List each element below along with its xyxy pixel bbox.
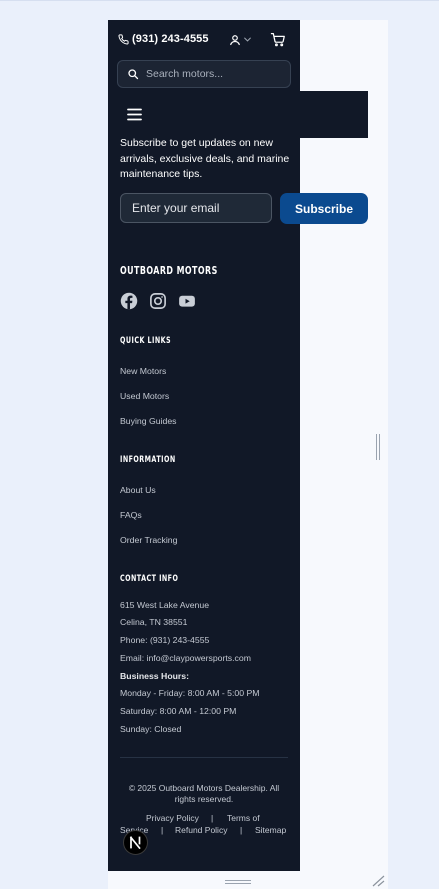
nav-bar	[108, 91, 368, 138]
chevron-down-icon[interactable]	[244, 37, 251, 42]
menu-icon[interactable]	[127, 108, 142, 121]
contact-phone: Phone: (931) 243-4555	[120, 635, 210, 645]
legal-separator: |	[240, 825, 243, 835]
footer-link-about-us[interactable]: About Us	[120, 485, 156, 495]
cart-icon[interactable]	[270, 32, 286, 47]
panel-resize-handle[interactable]	[375, 433, 381, 461]
footer-link-new-motors[interactable]: New Motors	[120, 366, 166, 376]
resize-grip-icon[interactable]	[371, 875, 385, 887]
information-title: INFORMATION	[120, 455, 176, 465]
phone-icon	[118, 34, 129, 45]
hours-weekdays: Monday - Friday: 8:00 AM - 5:00 PM	[120, 688, 260, 698]
contact-address-line2: Celina, TN 38551	[120, 617, 188, 627]
legal-separator: |	[211, 813, 214, 823]
search-input[interactable]	[146, 65, 282, 83]
footer-link-used-motors[interactable]: Used Motors	[120, 391, 169, 401]
search-bar[interactable]	[117, 60, 291, 88]
newsletter-description: Subscribe to get updates on new arrivals…	[120, 137, 290, 180]
footer-link-buying-guides[interactable]: Buying Guides	[120, 416, 177, 426]
search-icon	[128, 69, 139, 80]
window-top-border	[0, 0, 439, 1]
top-bar: (931) 243-4555	[108, 20, 300, 58]
instagram-icon[interactable]	[149, 292, 167, 310]
footer-link-order-tracking[interactable]: Order Tracking	[120, 535, 177, 545]
business-hours-title: Business Hours:	[120, 671, 190, 681]
hours-saturday: Saturday: 8:00 AM - 12:00 PM	[120, 706, 237, 716]
terms-of-service-link-line1[interactable]: Terms of	[227, 813, 260, 823]
contact-info-title: CONTACT INFO	[120, 574, 179, 584]
header-phone-number[interactable]: (931) 243-4555	[132, 33, 209, 45]
legal-separator: |	[161, 825, 164, 835]
user-icon[interactable]	[229, 34, 241, 46]
quick-links-title: QUICK LINKS	[120, 336, 172, 346]
sitemap-link[interactable]: Sitemap	[255, 825, 286, 835]
privacy-policy-link[interactable]: Privacy Policy	[146, 813, 199, 823]
youtube-icon[interactable]	[178, 292, 196, 310]
copyright-text: © 2025 Outboard Motors Dealership. All r…	[128, 783, 280, 804]
footer-divider	[120, 757, 288, 758]
contact-address-line1: 615 West Lake Avenue	[120, 600, 210, 610]
footer-brand: OUTBOARD MOTORS	[120, 264, 218, 277]
refund-policy-link[interactable]: Refund Policy	[175, 825, 227, 835]
footer-link-faqs[interactable]: FAQs	[120, 510, 142, 520]
facebook-icon[interactable]	[120, 292, 138, 310]
email-field[interactable]	[120, 193, 272, 223]
nextjs-logo-icon	[129, 836, 141, 849]
bottom-resize-handle[interactable]	[224, 879, 252, 885]
contact-email: Email: info@claypowersports.com	[120, 653, 251, 663]
subscribe-button[interactable]: Subscribe	[280, 193, 368, 224]
nextjs-dev-badge[interactable]	[123, 830, 148, 855]
hours-sunday: Sunday: Closed	[120, 724, 182, 734]
